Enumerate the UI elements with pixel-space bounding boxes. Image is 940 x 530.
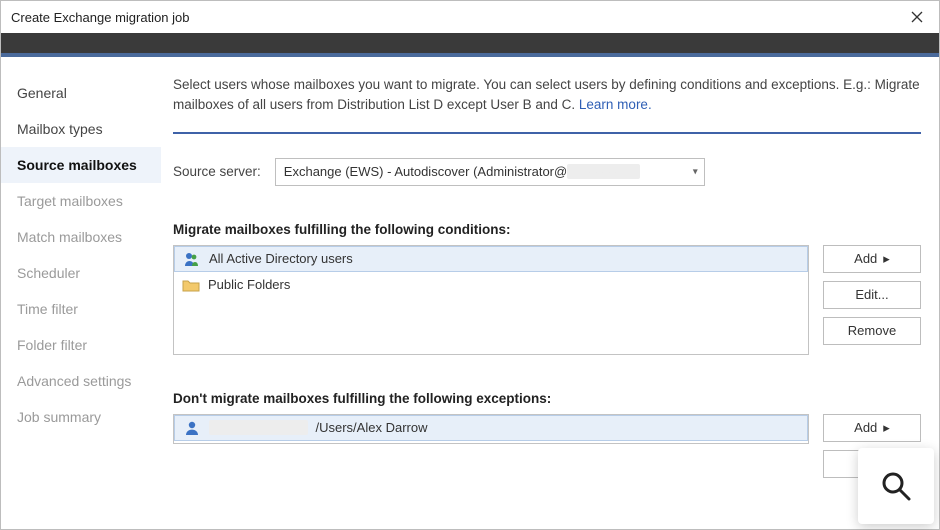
- intro-paragraph: Select users whose mailboxes you want to…: [173, 77, 920, 112]
- user-icon: [183, 420, 201, 436]
- sidebar-item-match-mailboxes[interactable]: Match mailboxes: [1, 219, 161, 255]
- sidebar-item-source-mailboxes[interactable]: Source mailboxes: [1, 147, 161, 183]
- sidebar-item-mailbox-types[interactable]: Mailbox types: [1, 111, 161, 147]
- sidebar-item-job-summary[interactable]: Job summary: [1, 399, 161, 435]
- intro-text: Select users whose mailboxes you want to…: [173, 75, 921, 116]
- exceptions-listbox[interactable]: xxxxxxxxx /Users/Alex Darrow: [173, 414, 809, 444]
- sidebar-item-label: Advanced settings: [17, 373, 131, 389]
- titlebar: Create Exchange migration job: [1, 1, 939, 33]
- list-item-label: All Active Directory users: [209, 251, 353, 266]
- users-icon: [183, 251, 201, 267]
- sidebar-item-label: Source mailboxes: [17, 157, 137, 173]
- magnify-overlay[interactable]: [858, 448, 934, 524]
- sidebar-item-time-filter[interactable]: Time filter: [1, 291, 161, 327]
- list-item-label: /Users/Alex Darrow: [316, 420, 428, 435]
- sidebar-item-scheduler[interactable]: Scheduler: [1, 255, 161, 291]
- conditions-buttons: Add ▸ Edit... Remove: [823, 245, 921, 345]
- conditions-listbox[interactable]: All Active Directory users Public Folder…: [173, 245, 809, 355]
- button-label: Add: [854, 251, 877, 266]
- search-icon: [878, 468, 914, 504]
- source-server-row: Source server: Exchange (EWS) - Autodisc…: [173, 158, 921, 186]
- list-item[interactable]: xxxxxxxxx /Users/Alex Darrow: [174, 415, 808, 441]
- triangle-right-icon: ▸: [883, 251, 890, 267]
- list-item[interactable]: Public Folders: [174, 272, 808, 298]
- conditions-title: Migrate mailboxes fulfilling the followi…: [173, 222, 921, 237]
- sidebar-item-label: Scheduler: [17, 265, 80, 281]
- close-icon: [911, 11, 923, 23]
- redacted-text: xxxxxxxxx: [209, 420, 308, 435]
- redacted-text: xxxxx: [567, 164, 640, 179]
- sidebar-item-folder-filter[interactable]: Folder filter: [1, 327, 161, 363]
- dropdown-value: Exchange (EWS) - Autodiscover (Administr…: [284, 164, 567, 179]
- edit-button[interactable]: Edit...: [823, 281, 921, 309]
- sidebar-item-general[interactable]: General: [1, 75, 161, 111]
- exceptions-section: Don't migrate mailboxes fulfilling the f…: [173, 391, 921, 478]
- source-server-dropdown[interactable]: Exchange (EWS) - Autodiscover (Administr…: [275, 158, 705, 186]
- chevron-down-icon: ▾: [693, 166, 698, 177]
- sidebar-item-label: Folder filter: [17, 337, 87, 353]
- exceptions-title: Don't migrate mailboxes fulfilling the f…: [173, 391, 921, 406]
- conditions-section: Migrate mailboxes fulfilling the followi…: [173, 222, 921, 355]
- add-button[interactable]: Add ▸: [823, 245, 921, 273]
- list-item-label: Public Folders: [208, 277, 290, 292]
- sidebar-item-label: Target mailboxes: [17, 193, 123, 209]
- sidebar-item-advanced-settings[interactable]: Advanced settings: [1, 363, 161, 399]
- sidebar-item-target-mailboxes[interactable]: Target mailboxes: [1, 183, 161, 219]
- remove-button[interactable]: Remove: [823, 317, 921, 345]
- add-button[interactable]: Add ▸: [823, 414, 921, 442]
- button-label: Remove: [848, 323, 896, 338]
- learn-more-link[interactable]: Learn more.: [579, 97, 652, 112]
- sidebar-item-label: General: [17, 85, 67, 101]
- exceptions-hgroup: xxxxxxxxx /Users/Alex Darrow Add ▸: [173, 414, 921, 478]
- close-button[interactable]: [895, 1, 939, 33]
- source-server-label: Source server:: [173, 164, 261, 179]
- window-title: Create Exchange migration job: [11, 10, 895, 25]
- sidebar-item-label: Mailbox types: [17, 121, 103, 137]
- main-panel: Select users whose mailboxes you want to…: [161, 57, 939, 529]
- button-label: Add: [854, 420, 877, 435]
- triangle-right-icon: ▸: [883, 420, 890, 436]
- dialog-body: General Mailbox types Source mailboxes T…: [1, 57, 939, 529]
- sidebar-item-label: Time filter: [17, 301, 78, 317]
- folder-icon: [182, 277, 200, 293]
- header-band: [1, 33, 939, 57]
- sidebar-item-label: Job summary: [17, 409, 101, 425]
- sidebar-item-label: Match mailboxes: [17, 229, 122, 245]
- dialog-window: Create Exchange migration job General Ma…: [0, 0, 940, 530]
- button-label: Edit...: [855, 287, 888, 302]
- list-item[interactable]: All Active Directory users: [174, 246, 808, 272]
- section-divider: [173, 132, 921, 134]
- wizard-sidebar: General Mailbox types Source mailboxes T…: [1, 57, 161, 529]
- conditions-hgroup: All Active Directory users Public Folder…: [173, 245, 921, 355]
